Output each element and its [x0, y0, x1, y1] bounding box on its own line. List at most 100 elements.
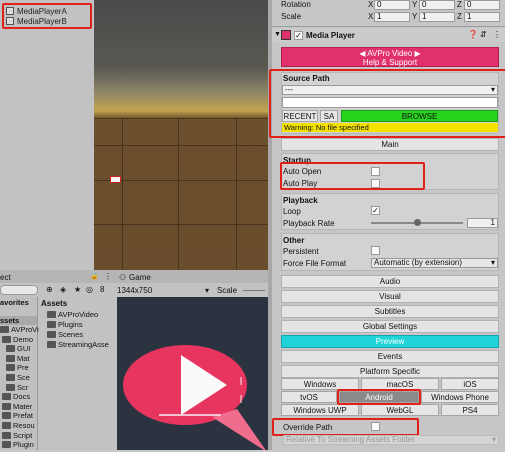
axis-x-label: X [368, 12, 374, 21]
platform-ios-button[interactable]: iOS [441, 378, 499, 390]
grid-line [122, 118, 123, 270]
foldout-arrow-icon[interactable]: ▼ [274, 31, 281, 38]
dropdown-value: Automatic (by extension) [374, 258, 463, 267]
slider-handle[interactable] [414, 219, 421, 226]
chevron-down-icon: ▾ [490, 258, 495, 267]
create-icon[interactable]: ⊕ [46, 285, 53, 294]
folder-tree-item[interactable]: GUI [6, 344, 30, 353]
folder-tree-item[interactable]: Prefat [2, 411, 33, 420]
folder-tree-item[interactable]: Demo [2, 335, 33, 344]
platform-specific-section-button[interactable]: Platform Specific [281, 365, 499, 378]
star-icon[interactable]: ★ [74, 285, 81, 294]
hierarchy-panel: MediaPlayerA MediaPlayerB [0, 0, 94, 270]
dropdown-value: Relative To Streaming Assets Folder [286, 435, 415, 444]
media-player-component-icon [281, 30, 291, 40]
highlight-box [280, 162, 425, 190]
folder-tree-item[interactable]: Script [2, 431, 32, 440]
game-tab[interactable]: Game [129, 273, 151, 282]
preset-icon[interactable]: ⇵ [480, 30, 487, 39]
project-search-input[interactable] [0, 285, 38, 295]
lock-icon[interactable]: 🔒 [90, 272, 99, 280]
more-options-icon[interactable]: ⋮ [104, 272, 112, 281]
axis-x-label: X [368, 0, 374, 9]
platform-windows-phone-button[interactable]: Windows Phone [421, 391, 499, 403]
asset-folder-label: Plugins [58, 320, 83, 329]
scale-slider[interactable] [243, 290, 265, 291]
folder-tree-item[interactable]: Docs [2, 392, 30, 401]
asset-folder[interactable]: StreamingAsse [47, 340, 109, 349]
tag-icon[interactable]: ◈ [60, 285, 66, 294]
folder-icon [2, 393, 11, 401]
platform-windows-uwp-button[interactable]: Windows UWP [281, 404, 359, 416]
persistent-label: Persistent [283, 247, 319, 256]
highlight-box [269, 69, 505, 138]
asset-folder[interactable]: AVProVideo [47, 310, 98, 319]
platform-webgl-button[interactable]: WebGL [361, 404, 439, 416]
rotation-z-field[interactable]: 0 [464, 0, 500, 10]
folder-icon [47, 341, 56, 348]
project-tab-bar [0, 270, 117, 283]
playback-rate-slider[interactable] [371, 219, 463, 226]
loop-label: Loop [283, 207, 301, 216]
chevron-down-icon: ▾ [205, 286, 210, 295]
asset-folder-label: StreamingAsse [58, 340, 109, 349]
force-file-format-dropdown[interactable]: Automatic (by extension) ▾ [371, 258, 498, 268]
platform-tvos-button[interactable]: tvOS [281, 391, 337, 403]
axis-y-label: Y [412, 0, 418, 9]
help-icon[interactable]: ❓ [468, 30, 478, 39]
rotation-label: Rotation [281, 0, 311, 9]
asset-folder-label: Scenes [58, 330, 84, 339]
grid-line [94, 118, 268, 119]
playback-rate-field[interactable]: 1 [467, 218, 498, 228]
folder-tree-label: Mater [13, 401, 33, 411]
game-viewport[interactable] [117, 297, 268, 452]
resolution-dropdown[interactable]: 1344x750 [117, 286, 152, 295]
folder-icon [2, 402, 11, 410]
folder-tree-item[interactable]: Mat [6, 354, 30, 363]
scene-view[interactable] [94, 0, 268, 270]
folder-tree-item[interactable]: Plugin [2, 440, 34, 449]
main-section-button[interactable]: Main [281, 138, 499, 151]
rotation-x-field[interactable]: 0 [374, 0, 410, 10]
override-path-relative-dropdown[interactable]: Relative To Streaming Assets Folder ▾ [283, 435, 499, 445]
scale-x-field[interactable]: 1 [374, 12, 410, 22]
visual-section-button[interactable]: Visual [281, 290, 499, 303]
assets-header: Assets [41, 299, 68, 308]
persistent-checkbox[interactable] [371, 246, 380, 255]
loop-checkbox[interactable]: ✓ [371, 206, 380, 215]
folder-tree-item[interactable]: Resou [2, 421, 35, 430]
game-panel: ⚇ Game 1344x750 ▾ Scale [117, 270, 268, 452]
axis-y-label: Y [412, 12, 418, 21]
platform-ps4-button[interactable]: PS4 [441, 404, 499, 416]
avpro-help-banner[interactable]: ◀ AVPro Video ▶ Help & Support [281, 47, 499, 67]
asset-folder[interactable]: Plugins [47, 320, 83, 329]
project-tab[interactable]: ect [0, 273, 11, 282]
global-settings-section-button[interactable]: Global Settings [281, 320, 499, 333]
component-enabled-checkbox[interactable]: ✓ [294, 31, 303, 40]
preview-section-button[interactable]: Preview [281, 335, 499, 348]
asset-folder[interactable]: Scenes [47, 330, 83, 339]
divider [272, 26, 505, 27]
more-options-icon[interactable]: ⋮ [493, 30, 501, 39]
audio-section-button[interactable]: Audio [281, 275, 499, 288]
folder-tree-item[interactable]: AVProVi [0, 325, 39, 334]
visibility-icon[interactable]: ◎ [86, 285, 93, 294]
scale-label: Scale [217, 286, 238, 295]
scale-label: Scale [281, 12, 302, 21]
media-player-gizmo-icon[interactable] [110, 176, 121, 183]
folder-icon [2, 335, 11, 343]
scale-y-field[interactable]: 1 [419, 12, 455, 22]
folder-tree-item[interactable]: Scr [6, 383, 28, 392]
favorites-label[interactable]: avorites [0, 298, 29, 307]
folder-icon [0, 326, 9, 333]
playback-header: Playback [283, 196, 318, 205]
subtitles-section-button[interactable]: Subtitles [281, 305, 499, 318]
folder-tree-label: Prefat [13, 411, 34, 421]
folder-tree-item[interactable]: Mater [2, 402, 32, 411]
events-section-button[interactable]: Events [281, 350, 499, 363]
folder-tree-item[interactable]: Pre [6, 363, 29, 372]
folder-tree-item[interactable]: Sce [6, 373, 30, 382]
assets-root-label[interactable]: ssets [0, 316, 19, 325]
scale-z-field[interactable]: 1 [464, 12, 500, 22]
rotation-y-field[interactable]: 0 [419, 0, 455, 10]
